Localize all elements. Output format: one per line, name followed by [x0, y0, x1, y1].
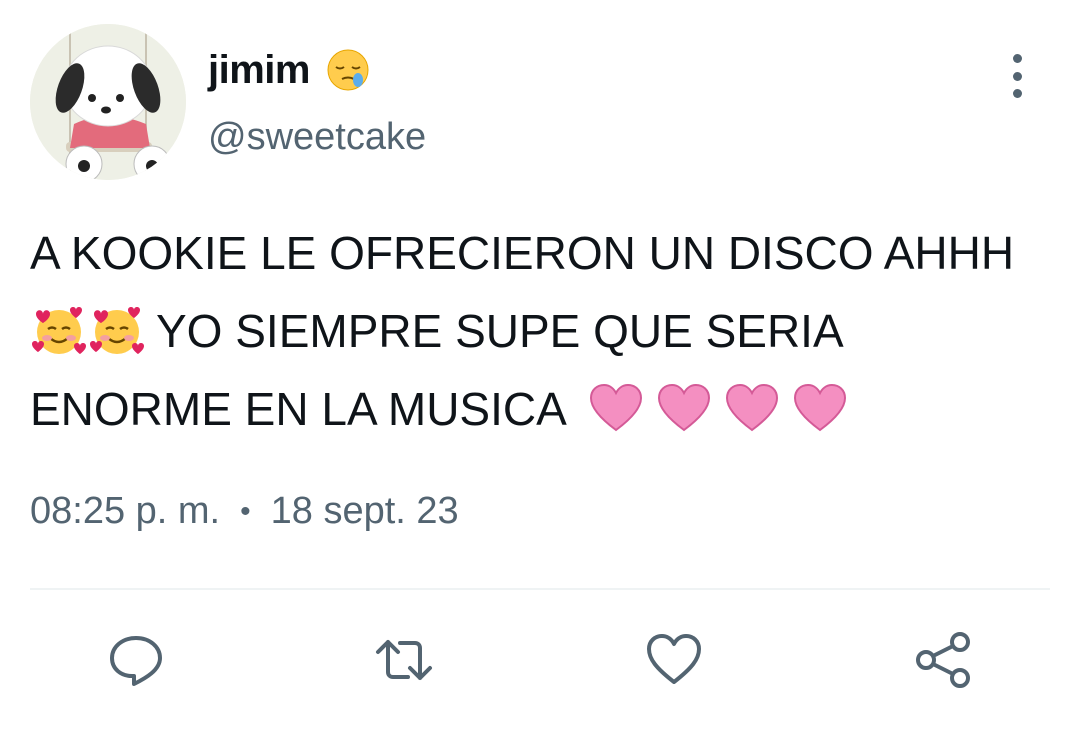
tweet-time: 08:25 p. m.	[30, 490, 221, 532]
pink-heart-icon	[723, 380, 781, 438]
reply-icon	[110, 636, 162, 686]
tweet-text: A KOOKIE LE OFRECIERON UN DISCO AHHH YO …	[30, 214, 1060, 448]
pink-heart-icon	[655, 380, 713, 438]
tweet-text-line-2-text: YO SIEMPRE SUPE QUE SERIA	[156, 305, 844, 357]
author-handle[interactable]: @sweetcake	[208, 116, 426, 159]
share-button[interactable]	[912, 628, 976, 692]
pink-heart-icon	[587, 380, 645, 438]
pink-heart-icon	[791, 380, 849, 438]
pochacco-avatar-icon	[30, 24, 186, 180]
tweet-text-line-1: A KOOKIE LE OFRECIERON UN DISCO AHHH	[30, 214, 1060, 292]
smiling-face-with-hearts-icon	[88, 302, 146, 360]
share-icon	[916, 632, 970, 688]
tweet-text-line-3-text: ENORME EN LA MUSICA	[30, 383, 567, 435]
sleepy-face-emoji-icon	[324, 46, 372, 94]
avatar[interactable]	[30, 24, 186, 180]
reply-button[interactable]	[104, 628, 168, 692]
divider	[30, 588, 1050, 590]
tweet-timestamp[interactable]: 08:25 p. m. • 18 sept. 23	[30, 490, 459, 533]
like-icon	[647, 634, 701, 684]
retweet-button[interactable]	[372, 628, 436, 692]
smiling-face-with-hearts-icon	[30, 302, 88, 360]
retweet-icon	[376, 640, 432, 680]
like-button[interactable]	[642, 628, 706, 692]
tweet-text-line-1-text: A KOOKIE LE OFRECIERON UN DISCO AHHH	[30, 227, 1015, 279]
tweet-action-bar	[0, 620, 1080, 700]
tweet-text-line-2: YO SIEMPRE SUPE QUE SERIA	[30, 292, 1060, 370]
author-display-name[interactable]: jimim	[208, 46, 372, 94]
tweet-text-line-3: ENORME EN LA MUSICA	[30, 370, 1060, 448]
tweet-date: 18 sept. 23	[270, 490, 459, 532]
more-options-icon[interactable]	[1002, 54, 1032, 98]
meta-separator: •	[240, 494, 251, 528]
display-name-text: jimim	[208, 47, 310, 92]
